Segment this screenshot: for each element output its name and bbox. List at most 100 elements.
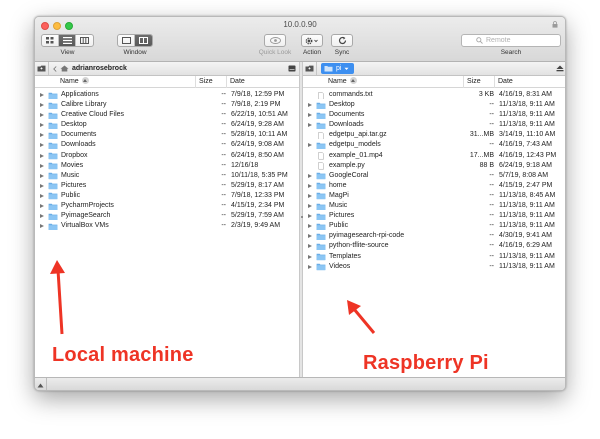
disclosure-triangle-icon[interactable]	[308, 224, 312, 229]
disclosure-triangle-icon[interactable]	[40, 173, 44, 178]
table-row[interactable]: Desktop -- 6/24/19, 9:28 AM	[35, 120, 299, 130]
action-button[interactable]	[301, 34, 323, 47]
table-row[interactable]: python-tflite-source -- 4/16/19, 6:29 AM	[303, 241, 565, 251]
disclosure-triangle-icon[interactable]	[40, 163, 44, 168]
left-col-name[interactable]: Name	[60, 76, 89, 88]
sync-button[interactable]	[331, 34, 353, 47]
disclosure-triangle-icon[interactable]	[308, 143, 312, 148]
table-row[interactable]: Documents -- 11/13/18, 9:11 AM	[303, 110, 565, 120]
disclosure-triangle-icon[interactable]	[40, 123, 44, 128]
table-row[interactable]: Public -- 7/9/18, 12:33 PM	[35, 191, 299, 201]
table-row[interactable]: Music -- 11/13/18, 9:11 AM	[303, 201, 565, 211]
table-row[interactable]: Public -- 11/13/18, 9:11 AM	[303, 221, 565, 231]
transfers-toggle-button[interactable]	[35, 378, 47, 390]
left-col-size[interactable]: Size	[195, 76, 227, 88]
file-name: commands.txt	[329, 91, 373, 98]
disclosure-triangle-icon[interactable]	[40, 224, 44, 229]
window-single-button[interactable]	[118, 35, 135, 46]
table-row[interactable]: Documents -- 5/28/19, 10:11 AM	[35, 130, 299, 140]
table-row[interactable]: Music -- 10/11/18, 5:35 PM	[35, 171, 299, 181]
table-row[interactable]: Movies -- 12/16/18	[35, 161, 299, 171]
disclosure-triangle-icon[interactable]	[40, 204, 44, 209]
table-row[interactable]: edgetpu_models -- 4/16/19, 7:43 AM	[303, 140, 565, 150]
table-row[interactable]: Applications -- 7/9/18, 12:59 PM	[35, 90, 299, 100]
file-date: 2/3/19, 9:49 AM	[231, 222, 281, 230]
view-columns-button[interactable]	[76, 35, 93, 46]
disclosure-triangle-icon[interactable]	[308, 193, 312, 198]
disclosure-triangle-icon[interactable]	[308, 234, 312, 239]
table-row[interactable]: PyimageSearch -- 5/29/19, 7:59 AM	[35, 211, 299, 221]
disclosure-triangle-icon[interactable]	[308, 123, 312, 128]
folder-icon	[316, 253, 326, 261]
file-size: --	[489, 202, 494, 210]
file-name: Applications	[61, 91, 99, 98]
disclosure-triangle-icon[interactable]	[40, 93, 44, 97]
table-row[interactable]: Dropbox -- 6/24/19, 8:50 AM	[35, 151, 299, 161]
right-new-folder-button[interactable]	[303, 62, 317, 75]
table-row[interactable]: example.py 88 B 6/24/19, 9:18 AM	[303, 161, 565, 171]
disclosure-triangle-icon[interactable]	[308, 244, 312, 249]
table-row[interactable]: Creative Cloud Files -- 6/22/19, 10:51 AM	[35, 110, 299, 120]
disclosure-triangle-icon[interactable]	[308, 204, 312, 209]
table-row[interactable]: GoogleCoral -- 5/7/19, 8:08 AM	[303, 171, 565, 181]
disclosure-triangle-icon[interactable]	[40, 153, 44, 158]
disclosure-triangle-icon[interactable]	[308, 173, 312, 178]
table-row[interactable]: home -- 4/15/19, 2:47 PM	[303, 181, 565, 191]
disclosure-triangle-icon[interactable]	[40, 193, 44, 198]
view-list-button[interactable]	[59, 35, 76, 46]
file-size: --	[221, 111, 226, 119]
folder-icon	[316, 122, 326, 129]
view-icons-button[interactable]	[42, 35, 59, 46]
table-row[interactable]: Downloads -- 6/24/19, 9:08 AM	[35, 140, 299, 150]
right-col-date[interactable]: Date	[494, 76, 565, 88]
table-row[interactable]: PycharmProjects -- 4/15/19, 2:34 PM	[35, 201, 299, 211]
disclosure-triangle-icon[interactable]	[308, 103, 312, 108]
table-row[interactable]: Desktop -- 11/13/18, 9:11 AM	[303, 100, 565, 110]
table-row[interactable]: Calibre Library -- 7/9/18, 2:19 PM	[35, 100, 299, 110]
disclosure-triangle-icon[interactable]	[40, 133, 44, 138]
left-breadcrumb[interactable]: adrianrosebrock	[49, 65, 127, 72]
disclosure-triangle-icon[interactable]	[308, 214, 312, 219]
table-row[interactable]: Pictures -- 5/29/19, 8:17 AM	[35, 181, 299, 191]
table-row[interactable]: Pictures -- 11/13/18, 9:11 AM	[303, 211, 565, 221]
file-name: MagPi	[329, 191, 349, 199]
table-row[interactable]: commands.txt 3 KB 4/16/19, 8:31 AM	[303, 90, 565, 100]
disclosure-triangle-icon[interactable]	[308, 254, 312, 259]
right-eject-button[interactable]	[556, 65, 564, 74]
disclosure-triangle-icon[interactable]	[40, 214, 44, 219]
file-date: 6/24/19, 9:08 AM	[231, 141, 284, 149]
disclosure-triangle-icon[interactable]	[308, 183, 312, 188]
search-input[interactable]: Remote	[461, 34, 561, 47]
folder-icon	[316, 243, 326, 251]
right-breadcrumb[interactable]: pi	[317, 63, 355, 74]
left-col-date[interactable]: Date	[226, 76, 299, 88]
disclosure-triangle-icon[interactable]	[40, 143, 44, 148]
file-size: --	[489, 171, 494, 179]
left-pane-menu-button[interactable]	[288, 65, 296, 74]
table-row[interactable]: edgetpu_api.tar.gz 31...MB 3/14/19, 11:10 …	[303, 130, 565, 140]
table-row[interactable]: Templates -- 11/13/18, 9:11 AM	[303, 252, 565, 262]
table-row[interactable]: VirtualBox VMs -- 2/3/19, 9:49 AM	[35, 221, 299, 231]
table-row[interactable]: Downloads -- 11/13/18, 9:11 AM	[303, 120, 565, 130]
right-col-size[interactable]: Size	[463, 76, 495, 88]
window-dual-button[interactable]	[135, 35, 152, 46]
left-new-folder-button[interactable]	[35, 62, 49, 75]
right-col-name[interactable]: Name	[328, 76, 357, 88]
disclosure-triangle-icon[interactable]	[40, 113, 44, 118]
disclosure-triangle-icon[interactable]	[40, 103, 44, 108]
folder-icon	[48, 92, 58, 99]
file-date: 11/13/18, 9:11 AM	[499, 212, 555, 220]
file-size: --	[221, 151, 226, 159]
disclosure-triangle-icon[interactable]	[308, 113, 312, 118]
quicklook-button[interactable]	[264, 34, 286, 47]
right-path-crumb[interactable]: pi	[321, 63, 355, 74]
file-name: Desktop	[61, 121, 87, 129]
file-size: --	[221, 191, 226, 199]
disclosure-triangle-icon[interactable]	[40, 183, 44, 188]
table-row[interactable]: example_01.mp4 17...MB 4/16/19, 12:43 PM	[303, 151, 565, 161]
folder-icon	[316, 142, 326, 150]
table-row[interactable]: MagPi -- 11/13/18, 8:45 AM	[303, 191, 565, 201]
table-row[interactable]: Videos -- 11/13/18, 9:11 AM	[303, 262, 565, 272]
table-row[interactable]: pyimagesearch-rpi-code -- 4/30/19, 9:41 AM	[303, 231, 565, 241]
disclosure-triangle-icon[interactable]	[308, 264, 312, 269]
